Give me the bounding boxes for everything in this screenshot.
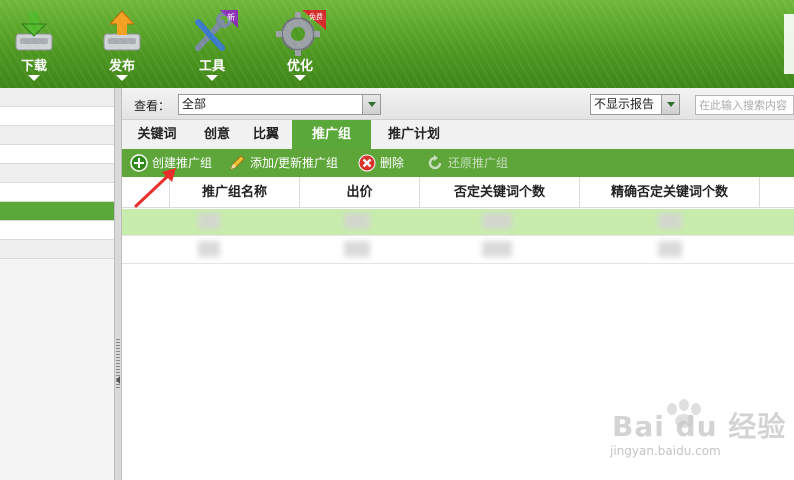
tool-label: 优化 [286,59,313,74]
blurred-cell [658,241,682,257]
pencil-icon [230,155,245,170]
chevron-down-icon [116,75,128,81]
sidebar-item[interactable] [0,221,114,240]
sidebar-item[interactable] [0,88,114,107]
header-edge-decoration [784,14,794,74]
tab-creative[interactable]: 创意 [192,120,242,149]
publish-tool[interactable]: 发布 [90,8,154,81]
column-header-bid[interactable]: 出价 [300,177,420,208]
table-row-selected[interactable] [122,209,794,236]
blurred-cell [658,213,682,229]
tools-tool[interactable]: 新 工具 [180,8,244,81]
tab-biyi[interactable]: 比翼 [244,120,288,149]
filter-bar: 查看： 全部 不显示报告 [122,88,794,120]
new-badge: 新 [227,12,235,22]
column-header-overflow[interactable] [760,177,794,208]
report-select[interactable]: 不显示报告 [590,94,680,115]
tab-bar: 关键词 创意 比翼 推广组 推广计划 [122,120,794,149]
blurred-cell [344,213,370,229]
watermark-url: jingyan.baidu.com [610,444,721,458]
sidebar-item-selected[interactable] [0,202,114,221]
table-row[interactable] [122,237,794,264]
download-icon [15,12,53,51]
sidebar-item[interactable] [0,183,114,202]
optimize-tool[interactable]: 免费 优化 [268,8,332,81]
restore-icon [428,155,442,170]
chevron-down-icon [28,75,40,81]
blurred-cell [198,213,220,229]
sidebar-item[interactable] [0,107,114,126]
delete-button[interactable]: 删除 [358,149,404,177]
column-header-negative-keywords[interactable]: 否定关键词个数 [420,177,580,208]
action-toolbar: 创建推广组 添加/更新推广组 删除 还原推广组 [122,149,794,177]
chevron-down-icon [206,75,218,81]
add-update-adgroup-button[interactable]: 添加/更新推广组 [228,149,338,177]
publish-icon [103,10,141,51]
free-badge: 免费 [309,12,323,21]
restore-adgroup-button[interactable]: 还原推广组 [426,149,508,177]
view-label: 查看： [134,99,171,113]
blurred-cell [482,213,512,229]
optimize-icon: 免费 [276,10,326,56]
sidebar-item[interactable] [0,164,114,183]
annotation-arrow [134,168,176,208]
column-header-exact-negative-keywords[interactable]: 精确否定关键词个数 [580,177,760,208]
tab-campaign[interactable]: 推广计划 [374,120,454,149]
top-toolbar: 下载 发布 新 工具 免费 优化 [0,0,794,88]
blurred-cell [344,241,370,257]
sidebar-item[interactable] [0,126,114,145]
tab-keywords[interactable]: 关键词 [126,120,188,149]
tool-label: 发布 [108,59,135,74]
view-select-value: 全部 [182,97,207,111]
watermark-text: Bai du 经验 [612,410,787,443]
column-header-adgroup-name[interactable]: 推广组名称 [170,177,300,208]
tool-label: 工具 [198,59,225,74]
sidebar-item[interactable] [0,145,114,164]
chevron-down-icon [294,75,306,81]
view-select[interactable]: 全部 [178,94,381,115]
panel-splitter[interactable] [114,88,122,480]
table-header: 推广组名称 出价 否定关键词个数 精确否定关键词个数 [122,177,794,208]
blurred-cell [482,241,512,257]
collapse-arrow-icon[interactable] [116,376,120,384]
report-select-value: 不显示报告 [594,97,655,111]
tool-label: 下载 [20,59,47,74]
tools-icon: 新 [195,10,238,51]
blurred-cell [198,241,220,257]
sidebar-item[interactable] [0,240,114,259]
delete-icon [358,154,376,172]
search-input[interactable] [695,95,794,115]
chevron-down-icon[interactable] [362,95,380,114]
chevron-down-icon[interactable] [661,95,679,114]
download-tool[interactable]: 下载 [2,8,66,81]
tab-adgroup[interactable]: 推广组 [292,120,371,149]
campaign-tree-sidebar[interactable] [0,88,114,480]
